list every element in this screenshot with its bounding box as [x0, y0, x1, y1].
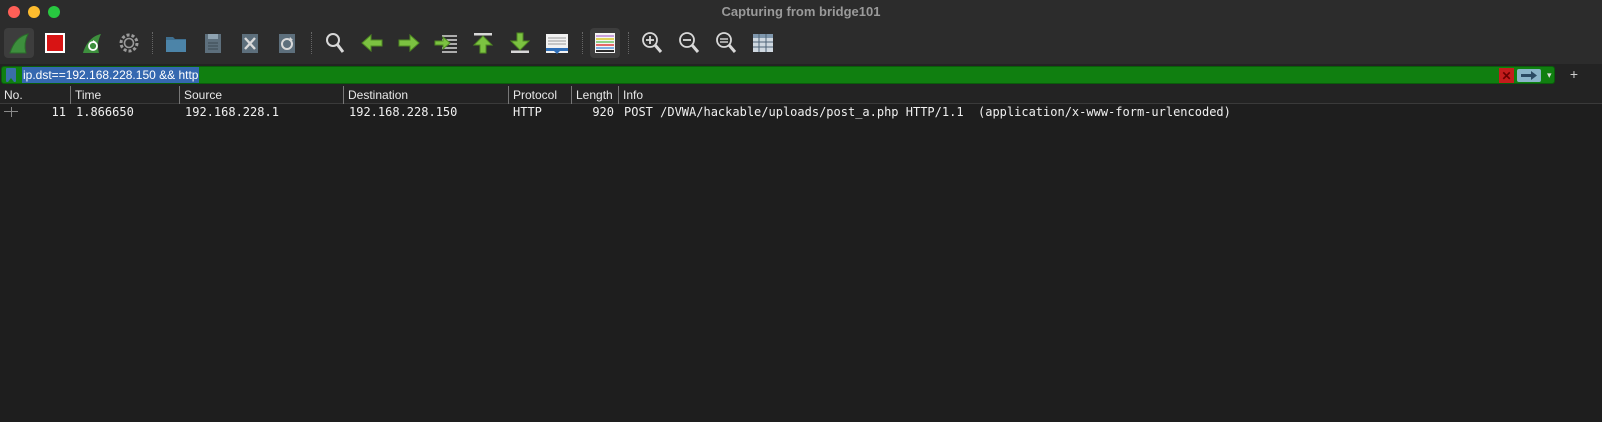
column-header-destination[interactable]: Destination [343, 86, 508, 104]
resize-columns-icon [753, 34, 773, 52]
packet-info: POST /DVWA/hackable/uploads/post_a.php H… [624, 105, 1231, 119]
packet-source: 192.168.228.1 [185, 105, 279, 119]
add-filter-button[interactable]: + [1567, 66, 1581, 82]
colorize-icon [595, 33, 615, 53]
display-filter-bar: ip.dst==192.168.228.150 && http ✕ ▾ + [0, 64, 1602, 86]
go-first-packet-button[interactable] [468, 28, 498, 58]
related-packet-icon [4, 107, 18, 117]
go-back-button[interactable] [357, 28, 387, 58]
column-header-time[interactable]: Time [70, 86, 179, 104]
restart-capture-button[interactable] [77, 28, 107, 58]
start-capture-button[interactable] [4, 28, 34, 58]
zoom-out-button[interactable] [674, 28, 704, 58]
restart-capture-icon [83, 34, 101, 53]
display-filter-input[interactable]: ip.dst==192.168.228.150 && http ✕ ▾ [1, 66, 1555, 84]
go-back-icon [361, 33, 383, 53]
filter-bookmark-icon[interactable] [6, 68, 16, 82]
window-chrome: Capturing from bridge101 [0, 0, 1602, 64]
shark-fin-start-icon [9, 33, 29, 54]
go-to-packet-button[interactable] [431, 28, 461, 58]
toolbar-separator [152, 32, 153, 54]
packet-destination: 192.168.228.150 [349, 105, 458, 119]
toolbar-separator [628, 32, 629, 54]
go-forward-icon [398, 33, 420, 53]
toolbar-separator [582, 32, 583, 54]
zoom-in-button[interactable] [637, 28, 667, 58]
toolbar-separator [311, 32, 312, 54]
packet-length: 920 [592, 105, 614, 119]
clear-filter-icon[interactable]: ✕ [1499, 68, 1514, 83]
packet-time: 1.866650 [76, 105, 134, 119]
go-forward-button[interactable] [394, 28, 424, 58]
column-header-source[interactable]: Source [179, 86, 343, 104]
filter-expression-text[interactable]: ip.dst==192.168.228.150 && http [22, 67, 200, 83]
stop-capture-icon [45, 33, 65, 53]
apply-filter-arrow-icon[interactable] [1517, 69, 1541, 82]
column-header-no[interactable]: No. [0, 86, 70, 104]
zoom-in-icon [642, 32, 663, 53]
open-file-button[interactable] [161, 28, 191, 58]
stop-capture-button[interactable] [40, 28, 70, 58]
auto-scroll-icon [546, 34, 568, 54]
column-header-protocol[interactable]: Protocol [508, 86, 571, 104]
auto-scroll-button[interactable] [542, 28, 572, 58]
go-last-packet-icon [509, 32, 531, 53]
column-header-info[interactable]: Info [618, 86, 1602, 104]
packet-protocol: HTTP [513, 105, 542, 119]
go-last-packet-button[interactable] [505, 28, 535, 58]
title-bar: Capturing from bridge101 [0, 0, 1602, 24]
colorize-packet-list-button[interactable] [590, 28, 620, 58]
resize-columns-button[interactable] [748, 28, 778, 58]
open-file-folder-icon [166, 37, 186, 52]
capture-options-gear-icon [119, 33, 139, 53]
find-packet-icon [326, 33, 345, 53]
normal-size-icon [716, 32, 737, 53]
normal-size-button[interactable] [711, 28, 741, 58]
reload-file-button[interactable] [272, 28, 302, 58]
packet-no: 11 [51, 105, 66, 119]
wireshark-window: Capturing from bridge101 ip.dst==192.168… [0, 0, 1602, 422]
go-first-packet-icon [472, 33, 494, 54]
close-file-icon [242, 34, 258, 53]
filter-history-dropdown-icon[interactable]: ▾ [1547, 69, 1557, 81]
capture-options-button[interactable] [114, 28, 144, 58]
packet-list: No. Time Source Destination Protocol Len… [0, 86, 1602, 422]
save-file-button[interactable] [198, 28, 228, 58]
packet-row[interactable]: 11 1.866650 192.168.228.1 192.168.228.15… [0, 104, 1602, 120]
go-to-packet-icon [434, 35, 457, 53]
close-file-button[interactable] [235, 28, 265, 58]
main-toolbar [0, 26, 1602, 62]
find-packet-button[interactable] [320, 28, 350, 58]
zoom-out-icon [679, 32, 700, 53]
window-title: Capturing from bridge101 [721, 4, 881, 19]
reload-file-icon [279, 34, 295, 53]
column-header-length[interactable]: Length [571, 86, 618, 104]
save-file-icon [205, 34, 221, 53]
packet-list-header: No. Time Source Destination Protocol Len… [0, 86, 1602, 104]
